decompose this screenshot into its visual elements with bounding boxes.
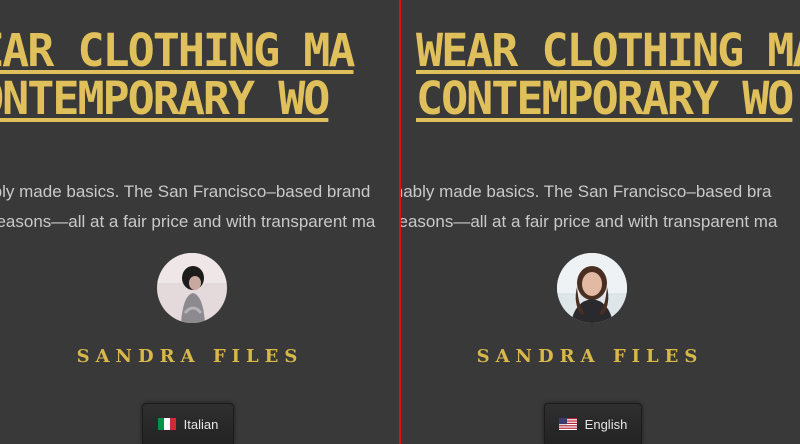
left-preview-pane: WEAR CLOTHING MA CONTEMPORARY WO inably … — [0, 0, 400, 444]
avatar-photo — [157, 253, 227, 323]
author-name: SANDRA FILES — [76, 346, 304, 367]
language-button-italian[interactable]: Italian — [142, 403, 234, 444]
author-name: SANDRA FILES — [476, 346, 704, 367]
italy-flag-icon — [157, 418, 176, 430]
headline-line-1: WEAR CLOTHING MA — [416, 24, 800, 77]
description: inably made basics. The San Francisco–ba… — [400, 177, 777, 237]
language-button-english[interactable]: English — [544, 403, 642, 444]
language-label: English — [584, 416, 628, 432]
description-line-1: inably made basics. The San Francisco–ba… — [0, 182, 371, 201]
avatar-photo — [557, 253, 627, 323]
headline-line-2: CONTEMPORARY WO — [0, 72, 330, 125]
headline-line-1: WEAR CLOTHING MA — [0, 24, 355, 77]
avatar — [557, 253, 627, 323]
headline: WEAR CLOTHING MA CONTEMPORARY WO — [416, 27, 800, 123]
description-line-1: inably made basics. The San Francisco–ba… — [400, 182, 772, 201]
language-label: Italian — [183, 416, 219, 432]
description: inably made basics. The San Francisco–ba… — [0, 177, 375, 237]
us-flag-icon — [558, 418, 577, 430]
avatar — [157, 253, 227, 323]
headline-line-2: CONTEMPORARY WO — [416, 72, 794, 125]
headline: WEAR CLOTHING MA CONTEMPORARY WO — [0, 24, 355, 125]
right-preview-pane: WEAR CLOTHING MA CONTEMPORARY WO inably … — [400, 0, 800, 444]
description-line-2: le seasons—all at a fair price and with … — [0, 212, 376, 231]
description-line-2: seasons—all at a fair price and with tra… — [400, 212, 778, 231]
comparison-divider[interactable] — [399, 0, 401, 444]
